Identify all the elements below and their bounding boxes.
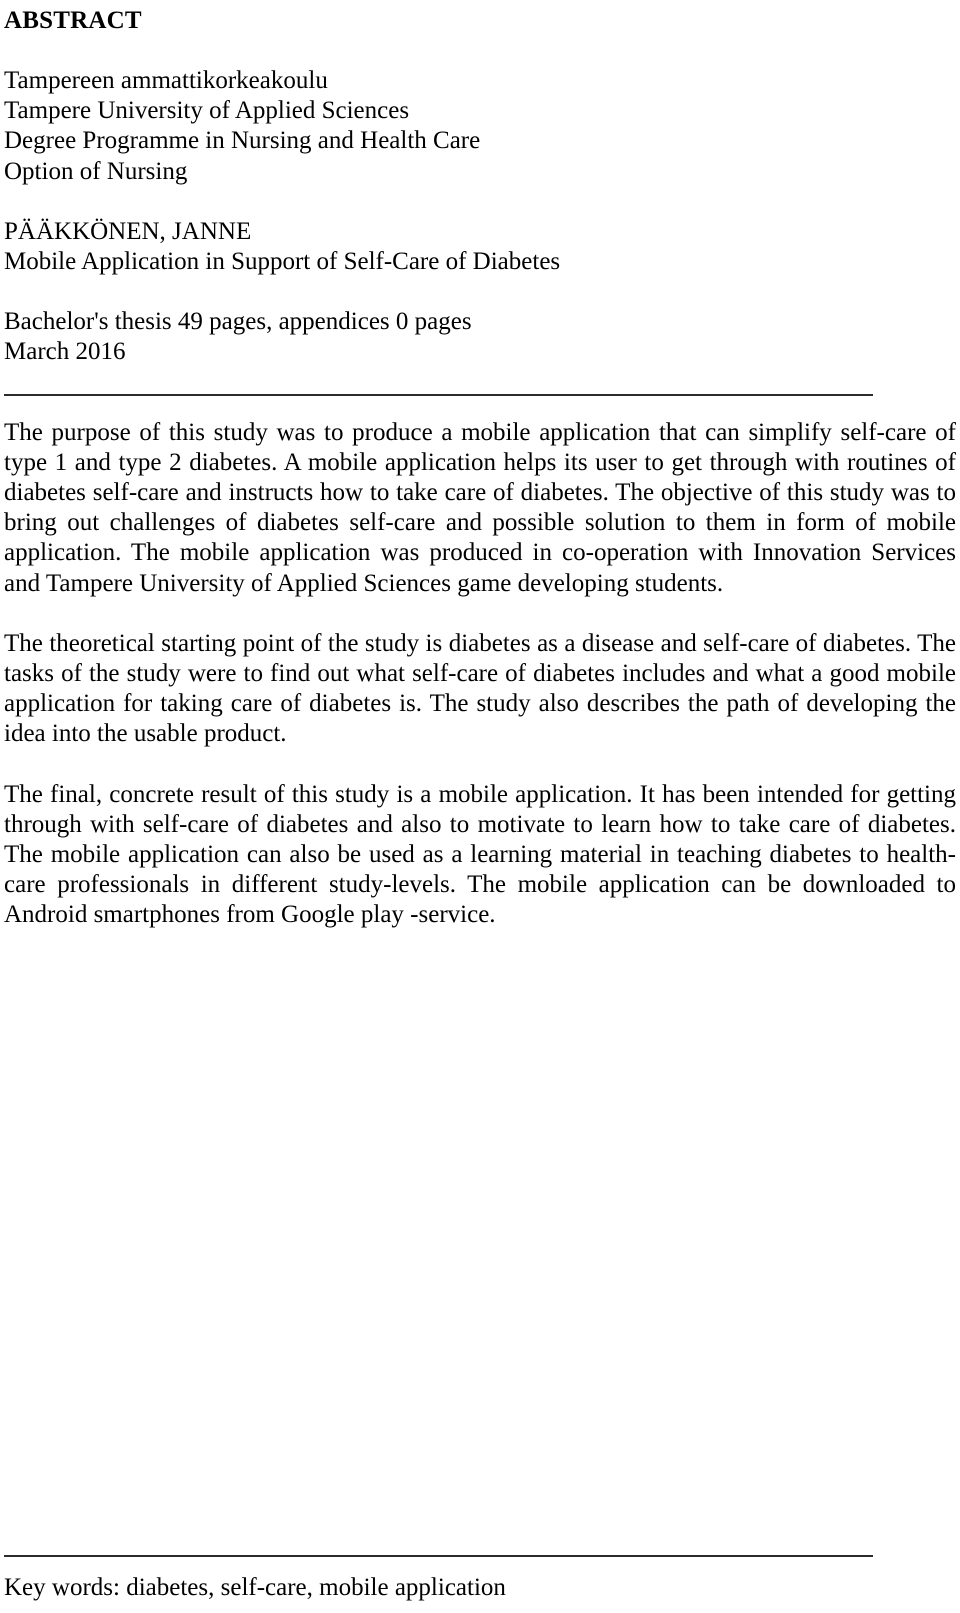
abstract-paragraph-2: The theoretical starting point of the st… [4, 629, 956, 748]
institution-line-3: Degree Programme in Nursing and Health C… [4, 127, 481, 155]
institution-block: Tampereen ammattikorkeakoulu Tampere Uni… [4, 66, 956, 187]
keywords-line: Key words: diabetes, self-care, mobile a… [4, 1574, 506, 1601]
author-block: PÄÄKKÖNEN, JANNE Mobile Application in S… [4, 217, 956, 277]
thesis-title: Mobile Application in Support of Self-Ca… [4, 248, 561, 276]
thesis-pages: Bachelor's thesis 49 pages, appendices 0… [4, 308, 472, 336]
thesis-date: March 2016 [4, 338, 126, 366]
page-title: ABSTRACT [4, 7, 142, 34]
institution-line-4: Option of Nursing [4, 157, 188, 185]
page-footer: Key words: diabetes, self-care, mobile a… [4, 1555, 956, 1603]
page-content: ABSTRACT Tampereen ammattikorkeakoulu Ta… [4, 0, 956, 931]
institution-line-2: Tampere University of Applied Sciences [4, 97, 410, 125]
author-name: PÄÄKKÖNEN, JANNE [4, 217, 252, 245]
abstract-paragraph-3: The final, concrete result of this study… [4, 780, 956, 929]
institution-line-1: Tampereen ammattikorkeakoulu [4, 67, 328, 94]
thesis-details-block: Bachelor's thesis 49 pages, appendices 0… [4, 307, 956, 367]
abstract-paragraph-1: The purpose of this study was to produce… [4, 418, 956, 597]
header-divider [4, 393, 873, 396]
abstract-page: ABSTRACT Tampereen ammattikorkeakoulu Ta… [0, 0, 960, 1613]
